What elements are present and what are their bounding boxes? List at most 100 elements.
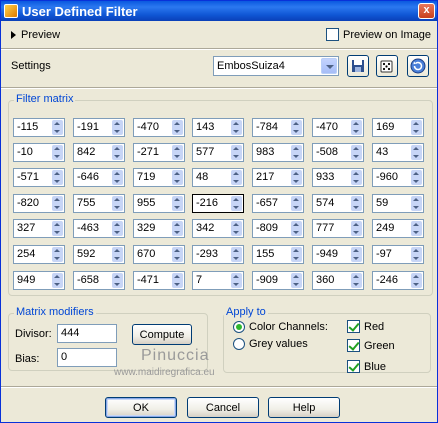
spin-up-arrow-icon[interactable] (353, 147, 359, 150)
color-channels-radio-dot[interactable] (233, 321, 245, 333)
compute-button[interactable]: Compute (132, 324, 192, 345)
spin-arrows-icon[interactable] (231, 221, 242, 236)
spin-up-arrow-icon[interactable] (54, 172, 60, 175)
matrix-cell-spinbox[interactable]: 217 (252, 168, 304, 187)
spin-down-arrow-icon[interactable] (293, 206, 299, 209)
spin-down-arrow-icon[interactable] (54, 155, 60, 158)
matrix-cell-spinbox[interactable]: -960 (372, 168, 424, 187)
spin-down-arrow-icon[interactable] (114, 206, 120, 209)
matrix-cell-value[interactable]: 719 (137, 171, 155, 183)
spin-arrows-icon[interactable] (411, 120, 422, 135)
matrix-cell-value[interactable]: 949 (17, 274, 35, 286)
matrix-cell-value[interactable]: 329 (137, 222, 155, 234)
spin-down-arrow-icon[interactable] (174, 283, 180, 286)
spin-up-arrow-icon[interactable] (353, 122, 359, 125)
matrix-cell-value[interactable]: 577 (196, 146, 214, 158)
spin-down-arrow-icon[interactable] (293, 283, 299, 286)
spin-up-arrow-icon[interactable] (233, 172, 239, 175)
spin-up-arrow-icon[interactable] (54, 198, 60, 201)
matrix-cell-spinbox[interactable]: -97 (372, 245, 424, 264)
spin-down-arrow-icon[interactable] (413, 283, 419, 286)
color-channels-radio[interactable]: Color Channels: (233, 321, 328, 333)
matrix-cell-value[interactable]: 933 (316, 171, 334, 183)
matrix-cell-spinbox[interactable]: -115 (13, 118, 65, 137)
spin-up-arrow-icon[interactable] (174, 122, 180, 125)
spin-up-arrow-icon[interactable] (54, 147, 60, 150)
spin-down-arrow-icon[interactable] (114, 257, 120, 260)
grey-values-radio-dot[interactable] (233, 338, 245, 350)
spin-arrows-icon[interactable] (112, 170, 123, 185)
matrix-cell-value[interactable]: -960 (376, 171, 398, 183)
spin-down-arrow-icon[interactable] (413, 130, 419, 133)
matrix-cell-value[interactable]: 254 (17, 248, 35, 260)
spin-down-arrow-icon[interactable] (114, 231, 120, 234)
randomize-button[interactable] (376, 55, 398, 77)
spin-arrows-icon[interactable] (52, 221, 63, 236)
spin-arrows-icon[interactable] (291, 120, 302, 135)
spin-up-arrow-icon[interactable] (413, 122, 419, 125)
spin-arrows-icon[interactable] (112, 221, 123, 236)
preview-on-image-box[interactable] (326, 28, 339, 41)
matrix-cell-spinbox[interactable]: 360 (312, 271, 364, 290)
spin-arrows-icon[interactable] (52, 196, 63, 211)
spin-down-arrow-icon[interactable] (54, 130, 60, 133)
matrix-cell-value[interactable]: 670 (137, 248, 155, 260)
spin-up-arrow-icon[interactable] (114, 275, 120, 278)
matrix-cell-value[interactable]: 59 (376, 197, 388, 209)
divisor-field[interactable]: 444 (57, 324, 117, 343)
matrix-cell-spinbox[interactable]: 777 (312, 219, 364, 238)
spin-down-arrow-icon[interactable] (114, 180, 120, 183)
spin-arrows-icon[interactable] (172, 170, 183, 185)
spin-arrows-icon[interactable] (231, 145, 242, 160)
blue-checkbox[interactable]: Blue (347, 360, 386, 373)
matrix-cell-spinbox[interactable]: -508 (312, 143, 364, 162)
matrix-cell-spinbox[interactable]: -820 (13, 194, 65, 213)
matrix-cell-spinbox[interactable]: 254 (13, 245, 65, 264)
spin-arrows-icon[interactable] (411, 273, 422, 288)
matrix-cell-spinbox[interactable]: -571 (13, 168, 65, 187)
spin-up-arrow-icon[interactable] (233, 198, 239, 201)
matrix-cell-spinbox[interactable]: 249 (372, 219, 424, 238)
matrix-cell-value[interactable]: -10 (17, 146, 33, 158)
spin-arrows-icon[interactable] (411, 170, 422, 185)
spin-up-arrow-icon[interactable] (413, 172, 419, 175)
matrix-cell-spinbox[interactable]: -463 (73, 219, 125, 238)
matrix-cell-spinbox[interactable]: 48 (192, 168, 244, 187)
settings-dropdown[interactable]: EmbosSuiza4 (213, 56, 339, 76)
spin-arrows-icon[interactable] (411, 221, 422, 236)
spin-down-arrow-icon[interactable] (413, 257, 419, 260)
spin-down-arrow-icon[interactable] (174, 180, 180, 183)
matrix-cell-spinbox[interactable]: 577 (192, 143, 244, 162)
matrix-cell-spinbox[interactable]: -191 (73, 118, 125, 137)
spin-arrows-icon[interactable] (411, 247, 422, 262)
spin-arrows-icon[interactable] (411, 145, 422, 160)
matrix-cell-value[interactable]: 360 (316, 274, 334, 286)
matrix-cell-value[interactable]: 48 (196, 171, 208, 183)
matrix-cell-spinbox[interactable]: -949 (312, 245, 364, 264)
spin-arrows-icon[interactable] (112, 247, 123, 262)
title-bar[interactable]: User Defined Filter x (1, 1, 437, 21)
save-preset-button[interactable] (347, 55, 369, 77)
reset-button[interactable] (407, 55, 429, 77)
matrix-cell-value[interactable]: -470 (316, 121, 338, 133)
spin-up-arrow-icon[interactable] (413, 223, 419, 226)
spin-arrows-icon[interactable] (291, 247, 302, 262)
spin-down-arrow-icon[interactable] (353, 155, 359, 158)
spin-arrows-icon[interactable] (112, 196, 123, 211)
spin-down-arrow-icon[interactable] (54, 231, 60, 234)
matrix-cell-value[interactable]: 574 (316, 197, 334, 209)
spin-down-arrow-icon[interactable] (114, 155, 120, 158)
matrix-cell-spinbox[interactable]: -471 (133, 271, 185, 290)
matrix-cell-value[interactable]: 155 (256, 248, 274, 260)
matrix-cell-value[interactable]: -97 (376, 248, 392, 260)
spin-down-arrow-icon[interactable] (353, 231, 359, 234)
spin-down-arrow-icon[interactable] (413, 155, 419, 158)
matrix-cell-value[interactable]: -293 (196, 248, 218, 260)
spin-up-arrow-icon[interactable] (233, 122, 239, 125)
spin-down-arrow-icon[interactable] (293, 130, 299, 133)
spin-arrows-icon[interactable] (291, 196, 302, 211)
matrix-cell-value[interactable]: 342 (196, 222, 214, 234)
spin-arrows-icon[interactable] (411, 196, 422, 211)
spin-up-arrow-icon[interactable] (174, 275, 180, 278)
spin-up-arrow-icon[interactable] (293, 223, 299, 226)
